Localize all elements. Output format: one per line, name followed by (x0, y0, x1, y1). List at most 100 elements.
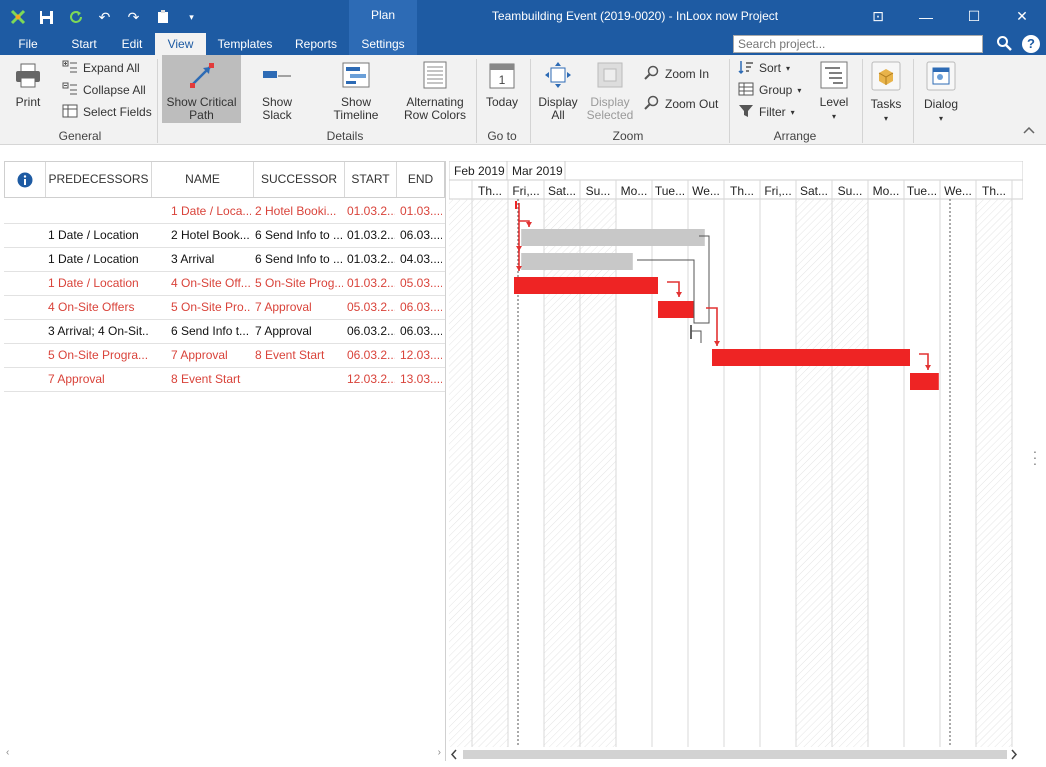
today-button[interactable]: 1 Today (482, 61, 522, 109)
day-label: Mo... (873, 184, 900, 198)
close-button[interactable]: ✕ (998, 0, 1046, 33)
cell-start: 12.03.2... (347, 372, 395, 386)
cell-predecessors: 1 Date / Location (48, 252, 139, 266)
column-name[interactable]: NAME (152, 162, 254, 197)
cell-name: 1 Date / Loca... (171, 204, 251, 218)
more-options-icon[interactable]: · · · (1032, 444, 1038, 470)
dialog-button[interactable]: Dialog ▾ (920, 61, 962, 125)
save-icon[interactable] (35, 6, 58, 28)
customize-icon[interactable]: ▾ (180, 6, 203, 28)
scroll-right-icon[interactable] (1011, 749, 1018, 760)
table-row[interactable]: 1 Date / Loca... 2 Hotel Booki... 01.03.2.… (4, 200, 445, 224)
gantt-bar[interactable] (712, 349, 910, 366)
gantt-bar[interactable] (521, 253, 633, 270)
tab-settings[interactable]: Settings (349, 33, 417, 55)
tasks-button[interactable]: Tasks ▾ (866, 61, 906, 125)
cell-end: 01.03.... (400, 204, 442, 218)
scroll-left-icon[interactable]: ‹ (6, 747, 9, 758)
collapse-icon (62, 82, 78, 99)
gantt-bar[interactable] (658, 301, 694, 318)
scroll-left-icon[interactable] (450, 749, 457, 760)
grid-horizontal-scrollbar[interactable]: ‹ › (4, 747, 445, 761)
day-label: Th... (478, 184, 502, 198)
help-icon[interactable]: ? (1022, 35, 1040, 53)
filter-button[interactable]: Filter ▾ (738, 102, 795, 122)
group-separator (729, 59, 730, 143)
cell-successor: 7 Approval (255, 300, 312, 314)
show-timeline-button[interactable]: Show Timeline (317, 61, 395, 122)
tab-file[interactable]: File (8, 33, 48, 55)
level-button[interactable]: Level ▾ (816, 61, 852, 123)
day-label: Mo... (621, 184, 648, 198)
refresh-icon[interactable] (64, 6, 87, 28)
expand-all-button[interactable]: Expand All (62, 58, 140, 78)
dropdown-icon: ▾ (831, 112, 836, 121)
display-selected-icon (586, 61, 634, 92)
table-row[interactable]: 5 On-Site Progra... 7 Approval 8 Event Sta… (4, 344, 445, 368)
print-button[interactable]: Print (8, 61, 48, 109)
zoom-in-button[interactable]: Zoom In (644, 64, 709, 84)
scroll-right-icon[interactable]: › (438, 747, 441, 758)
cell-successor (255, 368, 343, 391)
chart-horizontal-scrollbar[interactable] (449, 747, 1023, 761)
day-label: We... (692, 184, 720, 198)
display-all-button[interactable]: Display All (535, 61, 581, 122)
column-end[interactable]: END (397, 162, 444, 197)
collapse-all-button[interactable]: Collapse All (62, 80, 146, 100)
clipboard-icon[interactable] (151, 6, 174, 28)
minimize-button[interactable]: — (902, 0, 950, 33)
redo-icon[interactable]: ↷ (122, 6, 145, 28)
gantt-bar[interactable] (521, 229, 705, 246)
cell-end: 04.03.... (400, 252, 442, 266)
undo-icon[interactable]: ↶ (93, 6, 116, 28)
gantt-bar[interactable] (514, 277, 658, 294)
display-selected-button[interactable]: Display Selected (586, 61, 634, 122)
cell-predecessors: 5 On-Site Progra... (48, 348, 148, 362)
alternating-row-colors-button[interactable]: Alternating Row Colors (402, 61, 468, 122)
day-label: Su... (838, 184, 863, 198)
table-row[interactable]: 1 Date / Location 2 Hotel Book... 6 Send I… (4, 224, 445, 248)
column-predecessors[interactable]: PREDECESSORS (46, 162, 152, 197)
cell-end: 13.03.... (400, 372, 442, 386)
table-row[interactable]: 1 Date / Location 4 On-Site Off... 5 On-Si… (4, 272, 445, 296)
tab-edit[interactable]: Edit (112, 33, 152, 55)
restore-icon[interactable]: ⊡ (854, 0, 902, 33)
zoom-out-button[interactable]: Zoom Out (644, 94, 718, 114)
gantt-bar[interactable] (910, 373, 939, 390)
day-label: Th... (982, 184, 1006, 198)
row-colors-icon (402, 61, 468, 92)
cell-name: 4 On-Site Off... (171, 276, 251, 290)
table-row[interactable]: 1 Date / Location 3 Arrival 6 Send Info to… (4, 248, 445, 272)
column-start[interactable]: START (345, 162, 397, 197)
search-input[interactable] (733, 35, 983, 53)
select-fields-button[interactable]: Select Fields (62, 102, 152, 122)
tab-view[interactable]: View (155, 33, 206, 55)
link-arrowhead (676, 292, 682, 297)
table-row[interactable]: 7 Approval 8 Event Start 12.03.2... 13.03..… (4, 368, 445, 392)
cell-start: 01.03.2... (347, 228, 395, 242)
scrollbar-thumb[interactable] (463, 750, 1007, 759)
search-icon[interactable] (995, 35, 1013, 53)
gantt-milestone[interactable] (690, 325, 692, 339)
inloox-logo-icon[interactable] (6, 6, 29, 28)
table-row[interactable]: 3 Arrival; 4 On-Sit... 6 Send Info t... 7 … (4, 320, 445, 344)
day-label: Th... (730, 184, 754, 198)
gantt-milestone[interactable] (515, 201, 517, 209)
tab-reports[interactable]: Reports (286, 33, 346, 55)
quick-access-toolbar: ↶ ↷ ▾ (6, 6, 203, 28)
collapse-ribbon-icon[interactable] (1022, 125, 1036, 138)
dependency-link (706, 307, 718, 346)
show-critical-path-button[interactable]: Show Critical Path (162, 55, 241, 123)
info-column-header[interactable] (5, 162, 46, 197)
column-successor[interactable]: SUCCESSOR (254, 162, 345, 197)
group-arrange-label: Arrange (773, 129, 817, 143)
table-row[interactable]: 4 On-Site Offers 5 On-Site Pro... 7 Approv… (4, 296, 445, 320)
show-slack-button[interactable]: Show Slack (246, 61, 308, 122)
tab-templates[interactable]: Templates (210, 33, 280, 55)
group-button[interactable]: Group ▾ (738, 80, 801, 100)
cell-start: 01.03.2... (347, 204, 395, 218)
maximize-button[interactable]: ☐ (950, 0, 998, 33)
month-label: Mar 2019 (512, 164, 563, 178)
tab-start[interactable]: Start (62, 33, 106, 55)
sort-button[interactable]: Sort ▾ (738, 58, 790, 78)
